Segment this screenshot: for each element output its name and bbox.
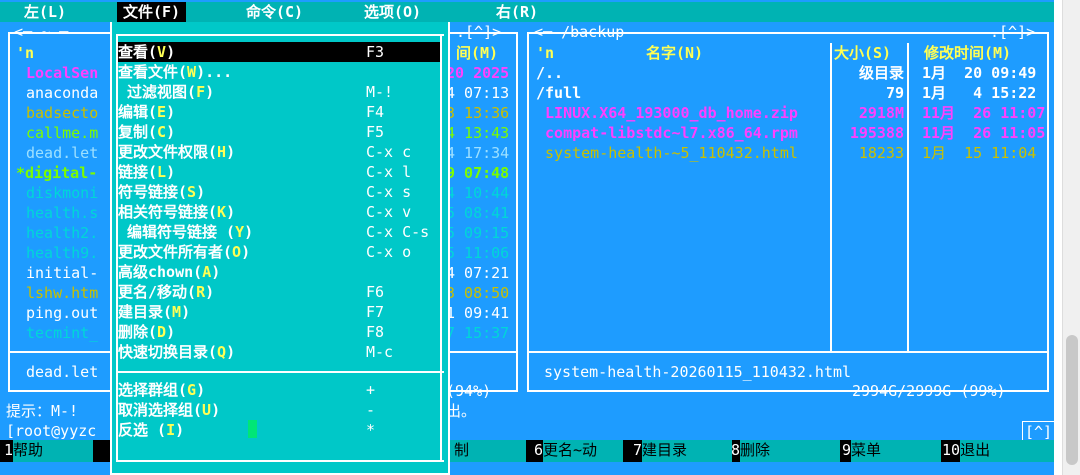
left-file-time: 4 07:21 xyxy=(446,264,510,282)
left-file-name[interactable]: badsecto xyxy=(26,103,98,123)
left-file-name[interactable]: health.s xyxy=(26,203,98,223)
left-file-name[interactable]: health9. xyxy=(26,243,98,263)
left-col-name[interactable]: 'n xyxy=(16,43,34,63)
menu-file[interactable]: 文件(F) xyxy=(117,2,187,22)
right-col-n[interactable]: 'n xyxy=(536,43,554,63)
menu-options[interactable]: 选项(O) xyxy=(358,2,427,22)
menu-right[interactable]: 右(R) xyxy=(490,2,544,22)
left-file-time: 20 2025 xyxy=(446,64,510,82)
file-menu-item[interactable]: 更改文件权限(H) C-x c xyxy=(118,142,440,162)
file-menu-item[interactable]: 更改文件所有者(O) C-x o xyxy=(118,242,440,262)
right-col-size[interactable]: 大小(S) xyxy=(834,43,891,63)
left-file-name[interactable]: anaconda xyxy=(26,83,98,103)
left-status-name: dead.let xyxy=(26,363,99,381)
file-menu-item[interactable]: 反选 (I) * xyxy=(118,420,440,440)
file-menu-item[interactable]: 查看文件(W)... xyxy=(118,62,440,82)
file-menu-item[interactable]: 快速切换目录(Q) M-c xyxy=(118,342,440,362)
menu-command[interactable]: 命令(C) xyxy=(240,2,309,22)
right-file-time: 11月 26 11:05 xyxy=(922,124,1046,142)
window-scrollbar[interactable] xyxy=(1062,0,1080,475)
file-menu-item[interactable]: 复制(C) F5 xyxy=(118,122,440,142)
corner-button[interactable]: [^] xyxy=(1022,421,1054,441)
file-menu-item[interactable]: 相关符号链接(K) C-x v xyxy=(118,202,440,222)
file-menu-item[interactable]: 查看(V) F3 xyxy=(118,42,440,62)
left-status-pct: (94%) xyxy=(446,382,492,400)
menu-left[interactable]: 左(L) xyxy=(18,2,72,22)
file-menu-item[interactable]: 编辑(E) F4 xyxy=(118,102,440,122)
right-panel-path: <─ /backup xyxy=(534,23,625,41)
left-file-name[interactable]: tecmint_ xyxy=(26,323,98,343)
right-file-name[interactable]: compat-libstdc~l7.x86_64.rpm xyxy=(536,123,798,143)
right-file-size: 79 xyxy=(885,84,904,102)
file-menu-item[interactable]: 删除(D) F8 xyxy=(118,322,440,342)
fkey-9[interactable]: 9菜单 xyxy=(842,440,942,462)
fkey-5[interactable]: 制 xyxy=(446,440,526,462)
right-col-name[interactable]: 名字(N) xyxy=(646,43,703,63)
right-file-size: 195388 xyxy=(849,124,904,142)
file-menu-item[interactable]: 更名/移动(R) F6 xyxy=(118,282,440,302)
left-file-name[interactable]: dead.let xyxy=(26,143,98,163)
right-file-name[interactable]: /full xyxy=(536,83,581,103)
right-file-time: 1月 4 15:22 xyxy=(922,84,1037,102)
left-file-name[interactable]: lshw.htm xyxy=(26,283,98,303)
fkey-10[interactable]: 10退出 xyxy=(942,440,1054,462)
file-menu-item[interactable]: 建目录(M) F7 xyxy=(118,302,440,322)
right-status-name: system-health-20260115_110432.html xyxy=(544,363,852,381)
right-col-time[interactable]: 修改时间(M) xyxy=(924,43,1011,63)
right-file-time: 1月 15 11:04 xyxy=(922,144,1037,162)
left-file-time: 1 09:41 xyxy=(446,304,510,322)
left-file-time: 3 13:36 xyxy=(446,104,510,122)
left-file-time: 5 11:06 xyxy=(446,244,510,262)
file-menu-item[interactable]: 链接(L) C-x l xyxy=(118,162,440,182)
right-file-time: 1月 20 09:49 xyxy=(922,64,1037,82)
right-status-disk: 2994G/2999G (99%) xyxy=(852,382,1006,400)
left-file-name[interactable]: callme.m xyxy=(26,123,98,143)
left-file-name[interactable]: diskmoni xyxy=(26,183,98,203)
left-file-time: 5 08:41 xyxy=(446,204,510,222)
file-menu-item[interactable]: 选择群组(G) + xyxy=(118,380,440,400)
left-file-time: 4 17:34 xyxy=(446,144,510,162)
left-file-name[interactable]: ping.out xyxy=(26,303,98,323)
right-file-name[interactable]: system-health-~5_110432.html xyxy=(536,143,798,163)
left-panel-header-right[interactable]: .[^]> xyxy=(456,22,501,42)
left-file-time: 4 13:43 xyxy=(446,124,510,142)
left-file-name[interactable]: *digital- xyxy=(16,163,97,183)
file-menu-item[interactable]: 符号链接(S) C-x s xyxy=(118,182,440,202)
menu-bar: 左(L) 文件(F) 命令(C) 选项(O) 右(R) xyxy=(0,2,1054,22)
hint-text: 提示：M-! xyxy=(6,402,79,420)
hint-text-right: 出。 xyxy=(446,402,477,420)
left-file-name[interactable]: initial- xyxy=(26,263,98,283)
right-file-name[interactable]: LINUX.X64_193000_db_home.zip xyxy=(536,103,798,123)
left-panel-header: <─ ~ ─ xyxy=(14,23,69,41)
right-panel-header-right[interactable]: .[^]> xyxy=(990,22,1035,42)
shell-prompt[interactable]: [root@yyzc xyxy=(6,421,96,441)
left-file-time: 4 10:44 xyxy=(446,184,510,202)
file-menu-dropdown: 查看(V) F3 查看文件(W)... 过滤视图(F) M-! 编辑(E) F4 复制(C)… xyxy=(110,22,450,475)
right-file-size: 2918M xyxy=(858,104,904,122)
left-file-time: 9 07:48 xyxy=(446,164,510,182)
fkey-1[interactable]: 1帮助 xyxy=(4,440,94,462)
left-file-time: 7 15:37 xyxy=(446,324,510,342)
scrollbar-thumb[interactable] xyxy=(1066,335,1078,465)
terminal-screen: 左(L) 文件(F) 命令(C) 选项(O) 右(R) <─ ~ ─ .[^]>… xyxy=(0,0,1054,475)
file-menu-item[interactable]: 取消选择组(U) - xyxy=(118,400,440,420)
left-file-time: 3 08:50 xyxy=(446,284,510,302)
fkey-8[interactable]: 8删除 xyxy=(731,440,841,462)
cursor-block xyxy=(248,420,257,438)
right-file-size: 级目录 xyxy=(858,64,904,82)
file-menu-item[interactable]: 过滤视图(F) M-! xyxy=(118,82,440,102)
fkey-6[interactable]: 6更名~动 xyxy=(534,440,624,462)
left-file-time: 5 09:15 xyxy=(446,224,510,242)
right-file-time: 11月 26 11:07 xyxy=(922,104,1046,122)
left-file-name[interactable]: health2. xyxy=(26,223,98,243)
fkey-7[interactable]: 7建目录 xyxy=(633,440,733,462)
file-menu-item[interactable]: 编辑符号链接 (Y) C-x C-s xyxy=(118,222,440,242)
right-file-name[interactable]: /.. xyxy=(536,63,563,83)
left-file-name[interactable]: LocalSen xyxy=(26,63,98,83)
left-file-time: 4 07:13 xyxy=(446,84,510,102)
right-file-size: 18233 xyxy=(858,144,904,162)
file-menu-item[interactable]: 高级chown(A) xyxy=(118,262,440,282)
left-col-time[interactable]: 间(M) xyxy=(456,43,498,63)
